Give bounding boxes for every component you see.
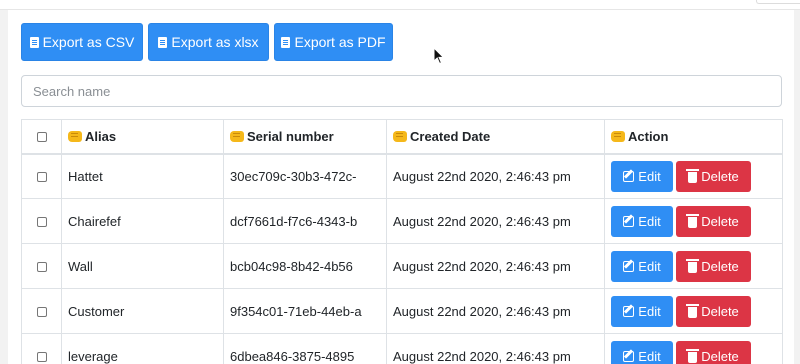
select-all-checkbox[interactable]: [36, 132, 47, 143]
delete-button[interactable]: Delete: [676, 160, 751, 192]
top-window-strip: [0, 0, 800, 10]
delete-label: Delete: [701, 213, 739, 229]
trash-icon: [686, 168, 700, 183]
table-row: Chairefef dcf7661d-f7c6-4343-b August 22…: [21, 198, 783, 244]
table-row: leverage 6dbea846-3875-4895 August 22nd …: [21, 333, 783, 364]
edit-icon: [623, 260, 635, 272]
created-cell: August 22nd 2020, 2:46:43 pm: [386, 333, 605, 364]
serial-cell: 9f354c01-71eb-44eb-a: [223, 288, 387, 334]
window-corner: [756, 0, 800, 4]
delete-button[interactable]: Delete: [676, 340, 751, 364]
action-cell: Edit Delete: [604, 243, 783, 289]
header-created-label: Created Date: [410, 128, 491, 144]
table-header-row: Alias Serial number Created Date Action: [21, 119, 783, 155]
created-cell: August 22nd 2020, 2:46:43 pm: [386, 243, 605, 289]
row-select-cell: [21, 288, 62, 334]
edit-button[interactable]: Edit: [611, 160, 673, 192]
edit-button[interactable]: Edit: [611, 295, 673, 327]
alias-cell: leverage: [61, 333, 224, 364]
data-table: Alias Serial number Created Date Action …: [21, 119, 783, 364]
delete-label: Delete: [701, 348, 739, 364]
row-checkbox[interactable]: [36, 307, 47, 318]
header-alias[interactable]: Alias: [61, 119, 224, 155]
delete-label: Delete: [701, 303, 739, 319]
edit-label: Edit: [638, 303, 661, 319]
row-select-cell: [21, 243, 62, 289]
action-cell: Edit Delete: [604, 333, 783, 364]
delete-label: Delete: [701, 258, 739, 274]
export-toolbar: Export as CSV Export as xlsx Export as P…: [21, 23, 393, 61]
trash-icon: [686, 348, 700, 363]
trash-icon: [686, 213, 700, 228]
edit-icon: [623, 215, 635, 227]
alias-cell: Chairefef: [61, 198, 224, 244]
fist-icon: [393, 130, 407, 142]
row-checkbox[interactable]: [36, 352, 47, 363]
file-csv-icon: [29, 36, 39, 48]
file-pdf-icon: [281, 36, 291, 48]
delete-button[interactable]: Delete: [676, 205, 751, 237]
edit-icon: [623, 350, 635, 362]
action-cell: Edit Delete: [604, 153, 783, 199]
edit-icon: [623, 170, 635, 182]
export-xlsx-label: Export as xlsx: [171, 34, 259, 50]
edit-button[interactable]: Edit: [611, 250, 673, 282]
row-select-cell: [21, 198, 62, 244]
edit-label: Edit: [638, 348, 661, 364]
row-select-cell: [21, 153, 62, 199]
edit-label: Edit: [638, 258, 661, 274]
export-xlsx-button[interactable]: Export as xlsx: [148, 23, 269, 61]
file-excel-icon: [158, 36, 168, 48]
row-checkbox[interactable]: [36, 217, 47, 228]
serial-cell: dcf7661d-f7c6-4343-b: [223, 198, 387, 244]
alias-cell: Hattet: [61, 153, 224, 199]
edit-button[interactable]: Edit: [611, 340, 673, 364]
header-action: Action: [604, 119, 783, 155]
row-select-cell: [21, 333, 62, 364]
serial-cell: 30ec709c-30b3-472c-: [223, 153, 387, 199]
edit-label: Edit: [638, 168, 661, 184]
search-input[interactable]: [21, 75, 782, 107]
left-margin: [0, 10, 8, 364]
row-checkbox[interactable]: [36, 262, 47, 273]
edit-label: Edit: [638, 213, 661, 229]
row-checkbox[interactable]: [36, 172, 47, 183]
serial-cell: bcb04c98-8b42-4b56: [223, 243, 387, 289]
delete-label: Delete: [701, 168, 739, 184]
created-cell: August 22nd 2020, 2:46:43 pm: [386, 198, 605, 244]
created-cell: August 22nd 2020, 2:46:43 pm: [386, 153, 605, 199]
right-margin: [794, 10, 800, 364]
export-csv-label: Export as CSV: [42, 34, 135, 50]
header-action-label: Action: [628, 128, 669, 144]
alias-cell: Wall: [61, 243, 224, 289]
table-row: Customer 9f354c01-71eb-44eb-a August 22n…: [21, 288, 783, 334]
trash-icon: [686, 303, 700, 318]
edit-button[interactable]: Edit: [611, 205, 673, 237]
mouse-cursor-icon: [433, 47, 445, 65]
select-all-cell: [21, 119, 62, 155]
header-alias-label: Alias: [85, 128, 117, 144]
export-csv-button[interactable]: Export as CSV: [21, 23, 143, 61]
export-pdf-label: Export as PDF: [294, 34, 386, 50]
trash-icon: [686, 258, 700, 273]
fist-icon: [611, 130, 625, 142]
created-cell: August 22nd 2020, 2:46:43 pm: [386, 288, 605, 334]
table-row: Hattet 30ec709c-30b3-472c- August 22nd 2…: [21, 153, 783, 199]
header-serial-number[interactable]: Serial number: [223, 119, 387, 155]
fist-icon: [230, 130, 244, 142]
table-row: Wall bcb04c98-8b42-4b56 August 22nd 2020…: [21, 243, 783, 289]
delete-button[interactable]: Delete: [676, 295, 751, 327]
alias-cell: Customer: [61, 288, 224, 334]
header-serial-label: Serial number: [247, 128, 334, 144]
edit-icon: [623, 305, 635, 317]
delete-button[interactable]: Delete: [676, 250, 751, 282]
export-pdf-button[interactable]: Export as PDF: [274, 23, 393, 61]
action-cell: Edit Delete: [604, 288, 783, 334]
action-cell: Edit Delete: [604, 198, 783, 244]
header-created-date[interactable]: Created Date: [386, 119, 605, 155]
serial-cell: 6dbea846-3875-4895: [223, 333, 387, 364]
fist-icon: [68, 130, 82, 142]
